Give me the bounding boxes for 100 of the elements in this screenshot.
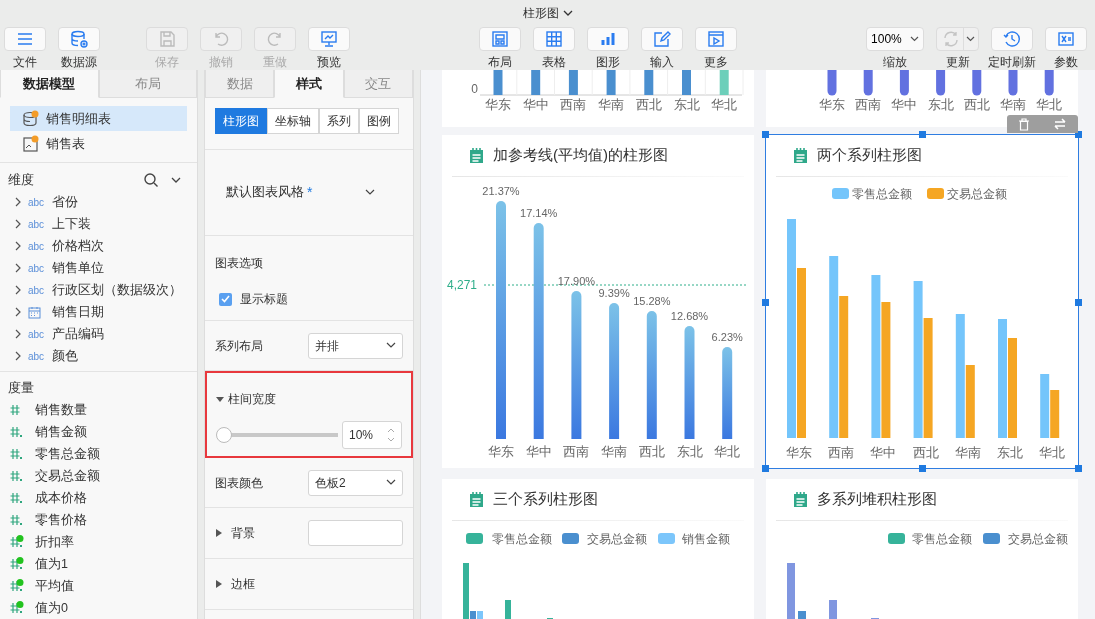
chart-card[interactable]: 加参考线(平均值)的柱形图 4,271 21.37% 华东 17.14% 华中 17.90% 西南 9.39% 华南 15.28% 西北 12.68% 东北 6.23% 华北: [442, 135, 754, 468]
legend-label[interactable]: 销售金额: [682, 532, 730, 546]
chevron-down-icon[interactable]: [171, 176, 181, 184]
chevron-right-icon[interactable]: [14, 241, 22, 251]
caret-icon: [909, 36, 919, 42]
toolbar-button[interactable]: [308, 27, 350, 51]
style-tab[interactable]: 柱形图: [215, 108, 267, 134]
resize-handle[interactable]: [1075, 298, 1082, 306]
calendar-icon: [28, 305, 41, 319]
delete-icon[interactable]: [1018, 117, 1031, 131]
toolbar-label: 重做: [263, 54, 287, 71]
spinner-icon[interactable]: [387, 427, 395, 443]
search-icon[interactable]: [143, 172, 159, 188]
toolbar-button[interactable]: [4, 27, 46, 51]
resize-handle[interactable]: [919, 131, 926, 138]
resize-handle[interactable]: [762, 465, 769, 472]
style-tab[interactable]: 系列: [319, 108, 359, 134]
legend-label[interactable]: 交易总金额: [947, 187, 1007, 201]
notepad-icon: [468, 491, 485, 508]
legend-label[interactable]: 交易总金额: [1008, 532, 1068, 546]
chevron-right-icon[interactable]: [14, 285, 22, 295]
toolbar-button[interactable]: [1045, 27, 1087, 51]
legend-label[interactable]: 交易总金额: [587, 532, 647, 546]
panel-tab[interactable]: 数据模型: [0, 70, 99, 98]
axis-label: 华北: [1039, 446, 1066, 460]
chevron-right-icon[interactable]: [14, 351, 22, 361]
legend-label[interactable]: 零售总金额: [852, 187, 912, 201]
toolbar-button[interactable]: [991, 27, 1033, 51]
data-label: 12.68%: [670, 310, 709, 322]
axis-label: 西南: [855, 98, 882, 112]
field-label: 上下装: [52, 215, 91, 233]
toolbar-button[interactable]: [641, 27, 683, 51]
caret-down-icon[interactable]: [216, 395, 224, 403]
axis-label: 西南: [828, 446, 855, 460]
field-label: 销售单位: [52, 259, 104, 277]
legend-label[interactable]: 零售总金额: [912, 532, 972, 546]
chart-color-select[interactable]: 色板2: [308, 469, 403, 496]
chevron-right-icon[interactable]: [14, 263, 22, 273]
style-tab[interactable]: 图例: [359, 108, 399, 134]
monitor-icon: [319, 29, 339, 49]
style-tab[interactable]: 坐标轴: [267, 108, 319, 134]
chevron-right-icon[interactable]: [14, 329, 22, 339]
toolbar-label: 输入: [650, 54, 674, 71]
toolbar-label: 更多: [704, 54, 728, 71]
series-layout-select[interactable]: 并排: [308, 332, 403, 359]
axis-label: 华南: [598, 98, 625, 112]
resize-handle[interactable]: [762, 298, 769, 306]
swap-icon[interactable]: [1052, 118, 1067, 130]
reference-label: 4,271: [447, 278, 478, 292]
checkbox[interactable]: [219, 292, 232, 306]
number-input[interactable]: 10%: [342, 421, 402, 449]
data-label: 6.23%: [711, 331, 743, 343]
calculated-field-icon: [9, 535, 25, 549]
zoom-dropdown[interactable]: 100%: [866, 27, 924, 51]
toolbar-label: 布局: [488, 54, 512, 71]
data-table-item[interactable]: 销售明细表: [10, 106, 187, 131]
field-label: 平均值: [35, 577, 74, 595]
chart-card[interactable]: 多系列堆积柱形图 零售总金额 交易总金额: [766, 479, 1078, 619]
axis-label: 华中: [870, 446, 897, 460]
chart-card[interactable]: 华东 西南 华中 东北 西北 华南 华北: [766, 70, 1078, 127]
legend-label[interactable]: 零售总金额: [492, 532, 552, 546]
calculated-field-icon: [9, 557, 25, 571]
panel-tab[interactable]: 样式: [274, 70, 344, 98]
toolbar-label: 参数: [1054, 54, 1078, 71]
chevron-down-icon[interactable]: [562, 10, 573, 17]
resize-handle[interactable]: [919, 465, 926, 472]
caret-right-icon[interactable]: [215, 529, 223, 537]
chevron-right-icon[interactable]: [14, 307, 22, 317]
chart-title: 三个系列柱形图: [493, 489, 598, 510]
hash-icon: [9, 513, 25, 527]
chart-card[interactable]: 三个系列柱形图 零售总金额 交易总金额 销售金额: [442, 479, 754, 619]
chevron-right-icon[interactable]: [14, 219, 22, 229]
axis-label: 西北: [638, 445, 665, 459]
resize-handle[interactable]: [762, 131, 769, 138]
table-icon: [22, 134, 40, 153]
data-table-item[interactable]: 销售表: [10, 131, 187, 156]
section-title: 边框: [231, 576, 255, 593]
axis-tick-label: 0: [471, 82, 478, 96]
field-label: 图表颜色: [215, 474, 263, 492]
theme-dropdown[interactable]: 默认图表风格 *: [215, 182, 375, 203]
caret-right-icon[interactable]: [215, 580, 223, 588]
document-title[interactable]: 柱形图: [522, 0, 559, 27]
toolbar-button[interactable]: [695, 27, 737, 51]
toolbar-button[interactable]: [533, 27, 575, 51]
clock-icon: [1002, 29, 1022, 49]
resize-handle[interactable]: [1075, 465, 1082, 472]
slider-thumb[interactable]: [216, 427, 232, 443]
chevron-right-icon[interactable]: [14, 197, 22, 207]
play-window-icon: [706, 29, 726, 49]
color-field[interactable]: [308, 520, 403, 546]
toolbar-button[interactable]: [587, 27, 629, 51]
field-label: 省份: [52, 193, 78, 211]
hash-icon: [9, 447, 25, 461]
toolbar-button[interactable]: [479, 27, 521, 51]
type-label: abc: [28, 239, 46, 254]
type-label: abc: [28, 349, 46, 364]
chart-card[interactable]: 0 华东 华中 西南 华南 西北 东北 华北: [442, 70, 754, 127]
toolbar-button[interactable]: [58, 27, 100, 51]
toolbar-label: 数据源: [61, 54, 97, 71]
axis-label: 华东: [819, 98, 845, 112]
